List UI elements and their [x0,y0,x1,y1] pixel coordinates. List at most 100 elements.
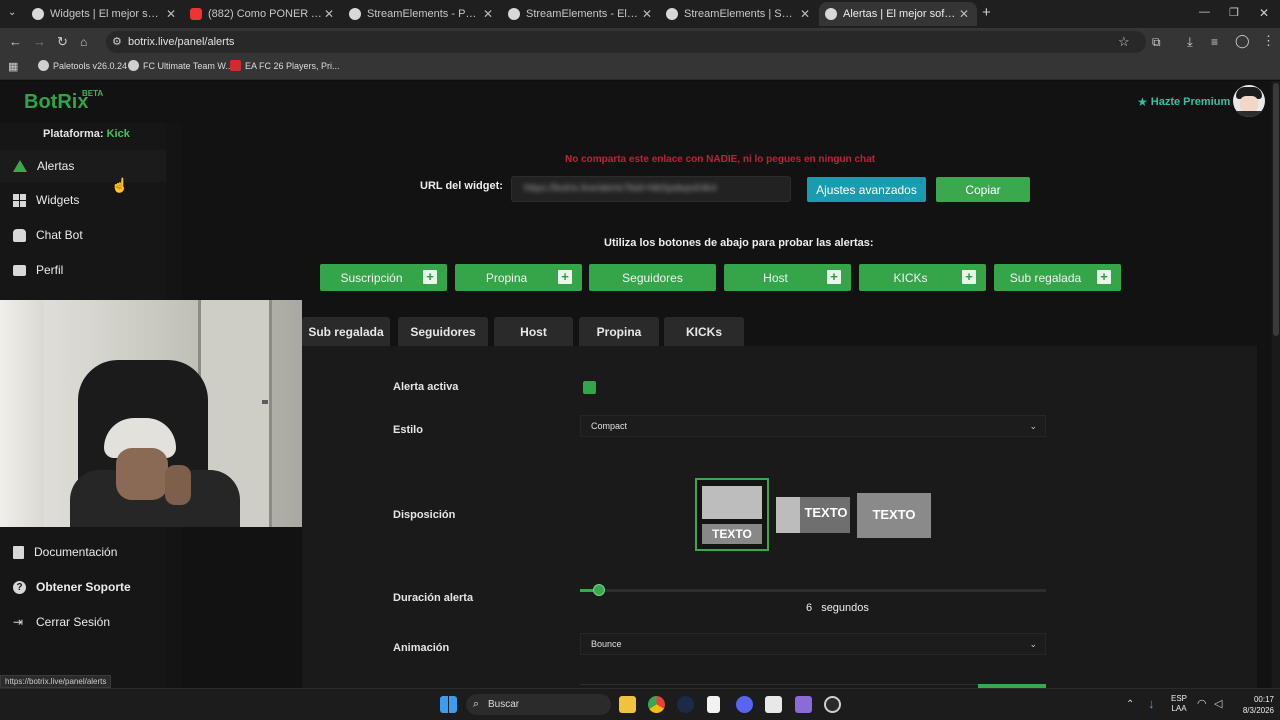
download-icon[interactable]: ⤓ [1187,35,1193,49]
animation-select[interactable]: Bounce ⌄ [580,633,1046,655]
layout-text-sample: TEXTO [804,505,848,520]
tab-search-icon[interactable]: ⌄ [8,6,16,20]
tab-sub-regalada[interactable]: Sub regalada [302,317,390,346]
apps-grid-icon[interactable]: ▦ [8,60,18,74]
tab-close-icon[interactable]: ✕ [481,7,495,21]
bookmark-item[interactable]: EA FC 26 Players, Pri... [230,60,340,71]
mic-icon[interactable]: ↓ [1148,697,1155,711]
home-icon[interactable]: ⌂ [80,35,87,49]
sidebar-item-chat-bot[interactable]: Chat Bot [0,219,166,251]
sidebar-item-label: Cerrar Sesión [36,615,111,629]
advanced-settings-button[interactable]: Ajustes avanzados [807,177,926,202]
bookmark-item[interactable]: Paletools v26.0.24 [38,60,127,71]
duration-value: 6 [806,602,813,614]
layout-option-text-only[interactable]: TEXTO [857,493,931,538]
test-suscripcion-button[interactable]: Suscripción + [320,264,447,291]
browser-tab[interactable]: StreamElements | Subtle Alert F ✕ [660,2,818,26]
lang-line2: LAA [1171,704,1187,713]
wifi-icon[interactable]: ◠ [1197,697,1207,711]
bookmark-label: Paletools v26.0.24 [53,60,128,71]
sidebar-item-widgets[interactable]: Widgets [0,184,166,216]
document-icon[interactable] [707,696,720,713]
browser-tab[interactable]: StreamElements - Elements Gal ✕ [502,2,660,26]
test-propina-button[interactable]: Propina + [455,264,582,291]
sidebar-item-cerrar-sesion[interactable]: ⇥ Cerrar Sesión [0,606,166,638]
new-tab-icon[interactable]: + [982,5,991,20]
profile-icon[interactable]: ◯ [1235,34,1250,48]
sidebar-item-perfil[interactable]: Perfil [0,254,166,286]
test-kicks-button[interactable]: KICKs + [859,264,986,291]
brand-logo[interactable]: BotRix BETA [24,89,103,114]
duration-label: Duración alerta [393,592,474,604]
discord-icon[interactable] [736,696,753,713]
search-icon: ⌕ [473,698,480,710]
tab-close-icon[interactable]: ✕ [164,7,178,21]
layout-option-horizontal[interactable]: TEXTO [776,497,850,533]
windows-start-icon[interactable] [440,696,457,713]
copy-button[interactable]: Copiar [936,177,1030,202]
back-icon[interactable]: ← [9,35,22,49]
menu-icon[interactable]: ⋮ [1262,34,1275,48]
widget-url-input[interactable]: https://botrix.live/alerts?bid=NbSpdeps5… [511,176,791,202]
tab-propina[interactable]: Propina [579,317,659,346]
page-scrollbar[interactable] [1272,81,1280,688]
browser-tab[interactable]: (882) Como PONER ALERTAS de ✕ [184,2,342,26]
test-host-button[interactable]: Host + [724,264,851,291]
browser-tab-strip: ⌄ Widgets | El mejor software para ✕ (88… [0,0,1280,28]
tab-close-icon[interactable]: ✕ [640,7,654,21]
sidebar-item-label: Widgets [36,193,80,207]
duration-slider-track[interactable] [580,584,1046,596]
browser-tab[interactable]: StreamElements - Patrocinios ✕ [343,2,501,26]
minimize-icon[interactable]: — [1199,5,1210,19]
tray-overflow-icon[interactable]: ⌃ [1126,698,1134,712]
alert-active-checkbox[interactable] [583,381,596,394]
url-text: botrix.live/panel/alerts [128,36,235,48]
clock[interactable]: 00:17 8/3/2026 [1230,694,1274,716]
language-indicator[interactable]: ESP LAA [1171,694,1187,714]
duration-unit: segundos [821,602,869,614]
restore-icon[interactable]: ❐ [1229,6,1239,20]
tab-close-icon[interactable]: ✕ [798,7,812,21]
scrollbar-thumb[interactable] [1273,83,1279,336]
tab-close-icon[interactable]: ✕ [322,7,336,21]
tab-kicks[interactable]: KICKs [664,317,744,346]
duration-slider-knob[interactable] [593,584,605,596]
site-info-icon[interactable]: ⚙ [112,35,122,49]
sidebar-item-soporte[interactable]: ? Obtener Soporte [0,571,166,603]
reload-icon[interactable]: ↻ [57,35,68,49]
url-field[interactable]: ⚙ botrix.live/panel/alerts ☆ [106,31,1146,53]
test-seguidores-button[interactable]: Seguidores [589,264,716,291]
premium-link[interactable]: ★ Hazte Premium [1137,95,1230,109]
browser-tab[interactable]: Widgets | El mejor software para ✕ [26,2,184,26]
game-app-icon[interactable] [795,696,812,713]
premium-label: Hazte Premium [1150,96,1231,108]
volume-icon[interactable]: ◁ [1214,697,1222,711]
style-select[interactable]: Compact ⌄ [580,415,1046,437]
sidebar-item-documentacion[interactable]: Documentación [0,536,166,568]
browser-tab-active[interactable]: Alertas | El mejor software para ✕ [819,2,977,26]
store-icon[interactable] [765,696,782,713]
bookmark-item[interactable]: FC Ultimate Team W... [128,60,233,71]
tab-favicon-icon [349,8,361,20]
test-sub-regalada-button[interactable]: Sub regalada + [994,264,1121,291]
close-window-icon[interactable]: ✕ [1259,6,1269,20]
file-explorer-icon[interactable] [619,696,636,713]
reading-list-icon[interactable]: ≡ [1211,35,1218,49]
bookmark-star-icon[interactable]: ☆ [1118,35,1130,49]
tab-title: StreamElements - Elements Gal [526,8,640,20]
tab-close-icon[interactable]: ✕ [957,7,971,21]
tab-seguidores[interactable]: Seguidores [398,317,488,346]
taskbar-search[interactable]: ⌕ Buscar [466,694,611,715]
user-avatar[interactable] [1233,85,1265,117]
obs-icon[interactable] [824,696,841,713]
warning-icon [13,160,27,172]
webcam-overlay [0,300,302,527]
tab-host[interactable]: Host [494,317,573,346]
sidebar-item-alertas[interactable]: Alertas [0,150,166,182]
layout-option-vertical[interactable]: TEXTO [695,478,769,551]
steam-icon[interactable] [677,696,694,713]
image-placeholder-icon [702,486,762,519]
extensions-icon[interactable]: ⧉ [1152,35,1161,49]
chrome-icon[interactable] [648,696,665,713]
forward-icon[interactable]: → [33,35,46,49]
